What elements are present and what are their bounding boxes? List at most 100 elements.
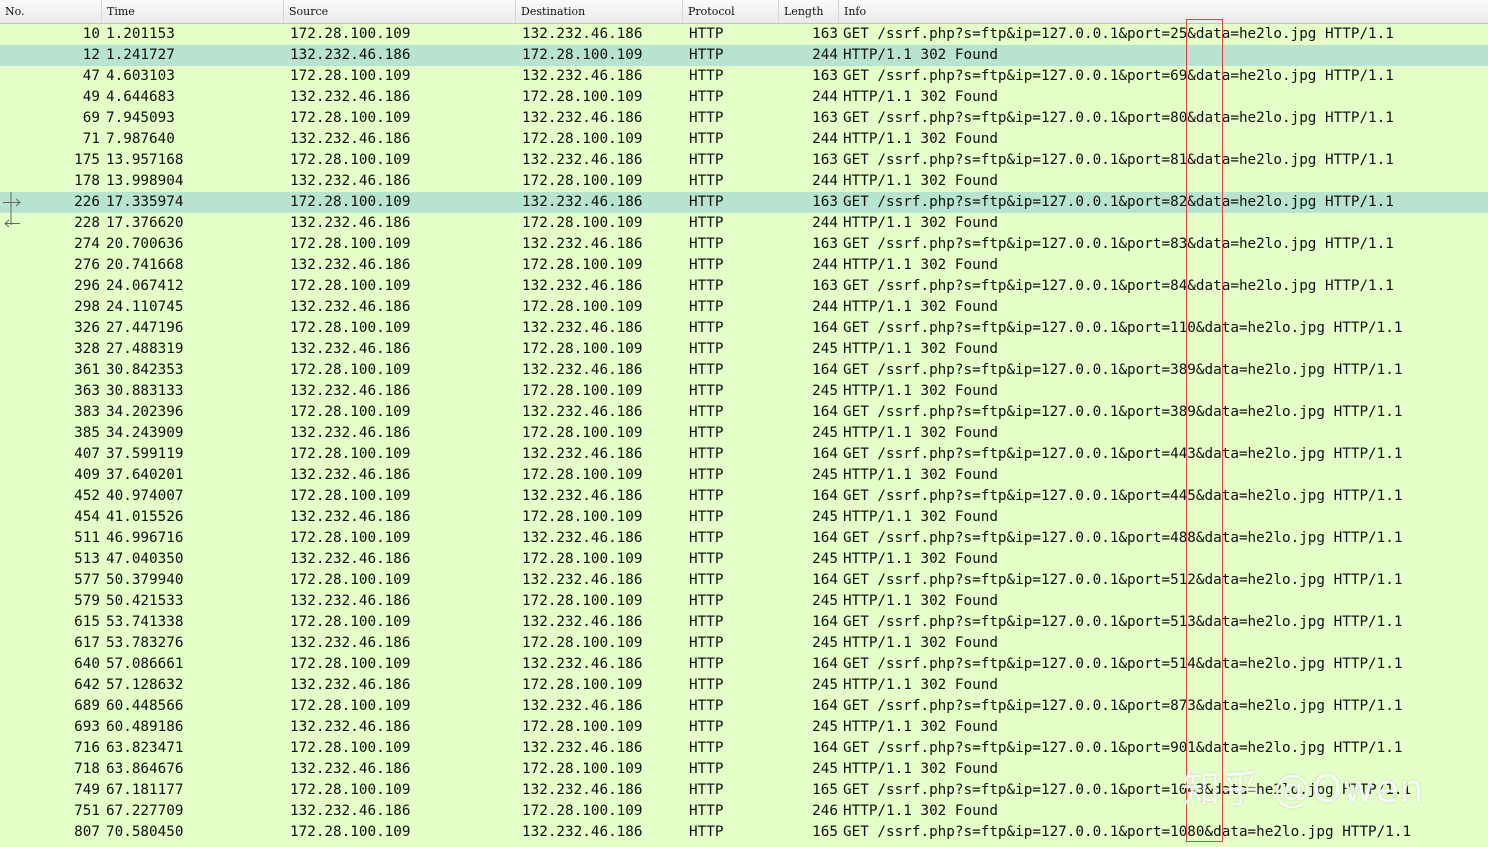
packet-info: GET /ssrf.php?s=ftp&ip=127.0.0.1&port=87… xyxy=(843,698,1403,714)
packet-time: 67.227709 xyxy=(106,803,184,819)
packet-row[interactable]: 361 30.842353 172.28.100.109 132.232.46.186… xyxy=(0,360,1488,381)
packet-row[interactable]: 452 40.974007 172.28.100.109 132.232.46.186… xyxy=(0,486,1488,507)
packet-length: 245 xyxy=(812,341,838,357)
column-header-destination[interactable]: Destination xyxy=(516,0,683,23)
packet-row[interactable]: 640 57.086661 172.28.100.109 132.232.46.186… xyxy=(0,654,1488,675)
packet-time: 27.447196 xyxy=(106,320,184,336)
packet-row[interactable]: 751 67.227709 132.232.46.186 172.28.100.109… xyxy=(0,801,1488,822)
packet-info: HTTP/1.1 302 Found xyxy=(843,593,998,609)
packet-source: 172.28.100.109 xyxy=(290,614,411,630)
packet-number: 617 xyxy=(74,635,100,651)
packet-number: 454 xyxy=(74,509,100,525)
packet-time: 13.957168 xyxy=(106,152,184,168)
packet-row[interactable]: 228 17.376620 132.232.46.186 172.28.100.109… xyxy=(0,213,1488,234)
packet-row[interactable]: 10 1.201153 172.28.100.109 132.232.46.186 HT… xyxy=(0,24,1488,45)
packet-row[interactable]: 511 46.996716 172.28.100.109 132.232.46.186… xyxy=(0,528,1488,549)
packet-time: 41.015526 xyxy=(106,509,184,525)
packet-destination: 172.28.100.109 xyxy=(522,47,643,63)
packet-destination: 172.28.100.109 xyxy=(522,299,643,315)
packet-row[interactable]: 385 34.243909 132.232.46.186 172.28.100.109… xyxy=(0,423,1488,444)
packet-row[interactable]: 47 4.603103 172.28.100.109 132.232.46.186 HT… xyxy=(0,66,1488,87)
packet-row[interactable]: 579 50.421533 132.232.46.186 172.28.100.109… xyxy=(0,591,1488,612)
packet-row[interactable]: 296 24.067412 172.28.100.109 132.232.46.186… xyxy=(0,276,1488,297)
packet-row[interactable]: 716 63.823471 172.28.100.109 132.232.46.186… xyxy=(0,738,1488,759)
packet-row[interactable]: 642 57.128632 132.232.46.186 172.28.100.109… xyxy=(0,675,1488,696)
packet-length: 244 xyxy=(812,89,838,105)
packet-row[interactable]: 407 37.599119 172.28.100.109 132.232.46.186… xyxy=(0,444,1488,465)
packet-time: 53.783276 xyxy=(106,635,184,651)
column-header-length[interactable]: Length xyxy=(779,0,839,23)
packet-number: 511 xyxy=(74,530,100,546)
column-header-source[interactable]: Source xyxy=(284,0,516,23)
packet-row[interactable]: 12 1.241727 132.232.46.186 172.28.100.109 HT… xyxy=(0,45,1488,66)
packet-info: GET /ssrf.php?s=ftp&ip=127.0.0.1&port=48… xyxy=(843,530,1403,546)
packet-protocol: HTTP xyxy=(689,152,724,168)
packet-row[interactable]: 718 63.864676 132.232.46.186 172.28.100.109… xyxy=(0,759,1488,780)
packet-time: 57.128632 xyxy=(106,677,184,693)
packet-destination: 132.232.46.186 xyxy=(522,782,643,798)
packet-row[interactable]: 383 34.202396 172.28.100.109 132.232.46.186… xyxy=(0,402,1488,423)
packet-row[interactable]: 69 7.945093 172.28.100.109 132.232.46.186 HT… xyxy=(0,108,1488,129)
packet-row[interactable]: 749 67.181177 172.28.100.109 132.232.46.186… xyxy=(0,780,1488,801)
packet-row[interactable]: 363 30.883133 132.232.46.186 172.28.100.109… xyxy=(0,381,1488,402)
packet-time: 60.489186 xyxy=(106,719,184,735)
packet-row[interactable]: 617 53.783276 132.232.46.186 172.28.100.109… xyxy=(0,633,1488,654)
packet-row[interactable]: 226 17.335974 172.28.100.109 132.232.46.186… xyxy=(0,192,1488,213)
packet-row[interactable]: 178 13.998904 132.232.46.186 172.28.100.109… xyxy=(0,171,1488,192)
packet-row[interactable]: 689 60.448566 172.28.100.109 132.232.46.186… xyxy=(0,696,1488,717)
packet-row[interactable]: 693 60.489186 132.232.46.186 172.28.100.109… xyxy=(0,717,1488,738)
packet-number: 49 xyxy=(82,89,100,105)
packet-row[interactable]: 276 20.741668 132.232.46.186 172.28.100.109… xyxy=(0,255,1488,276)
column-header-protocol[interactable]: Protocol xyxy=(683,0,779,23)
packet-length: 245 xyxy=(812,467,838,483)
packet-source: 172.28.100.109 xyxy=(290,488,411,504)
packet-row[interactable]: 513 47.040350 132.232.46.186 172.28.100.109… xyxy=(0,549,1488,570)
packet-info: GET /ssrf.php?s=ftp&ip=127.0.0.1&port=38… xyxy=(843,404,1403,420)
packet-list-header: No. Time Source Destination Protocol Len… xyxy=(0,0,1488,24)
column-header-time[interactable]: Time xyxy=(102,0,284,23)
column-header-no[interactable]: No. xyxy=(0,0,102,23)
packet-row[interactable]: 298 24.110745 132.232.46.186 172.28.100.109… xyxy=(0,297,1488,318)
packet-length: 244 xyxy=(812,47,838,63)
packet-protocol: HTTP xyxy=(689,320,724,336)
packet-info: HTTP/1.1 302 Found xyxy=(843,257,998,273)
packet-source: 172.28.100.109 xyxy=(290,320,411,336)
packet-row[interactable]: 326 27.447196 172.28.100.109 132.232.46.186… xyxy=(0,318,1488,339)
packet-row[interactable]: 274 20.700636 172.28.100.109 132.232.46.186… xyxy=(0,234,1488,255)
packet-length: 164 xyxy=(812,320,838,336)
packet-info: HTTP/1.1 302 Found xyxy=(843,509,998,525)
packet-number: 642 xyxy=(74,677,100,693)
packet-info: GET /ssrf.php?s=ftp&ip=127.0.0.1&port=38… xyxy=(843,362,1403,378)
packet-row[interactable]: 49 4.644683 132.232.46.186 172.28.100.109 HT… xyxy=(0,87,1488,108)
packet-destination: 172.28.100.109 xyxy=(522,89,643,105)
packet-number: 749 xyxy=(74,782,100,798)
packet-protocol: HTTP xyxy=(689,593,724,609)
packet-destination: 172.28.100.109 xyxy=(522,215,643,231)
packet-protocol: HTTP xyxy=(689,698,724,714)
packet-row[interactable]: 577 50.379940 172.28.100.109 132.232.46.186… xyxy=(0,570,1488,591)
packet-number: 716 xyxy=(74,740,100,756)
packet-destination: 132.232.46.186 xyxy=(522,656,643,672)
packet-row[interactable]: 615 53.741338 172.28.100.109 132.232.46.186… xyxy=(0,612,1488,633)
packet-row[interactable]: 454 41.015526 132.232.46.186 172.28.100.109… xyxy=(0,507,1488,528)
packet-row[interactable]: 409 37.640201 132.232.46.186 172.28.100.109… xyxy=(0,465,1488,486)
packet-info: GET /ssrf.php?s=ftp&ip=127.0.0.1&port=44… xyxy=(843,488,1403,504)
column-header-info[interactable]: Info xyxy=(839,0,1488,23)
packet-time: 50.421533 xyxy=(106,593,184,609)
packet-row[interactable]: 807 70.580450 172.28.100.109 132.232.46.186… xyxy=(0,822,1488,843)
packet-destination: 132.232.46.186 xyxy=(522,530,643,546)
packet-length: 244 xyxy=(812,173,838,189)
packet-protocol: HTTP xyxy=(689,740,724,756)
packet-time: 20.741668 xyxy=(106,257,184,273)
packet-row[interactable]: 71 7.987640 132.232.46.186 172.28.100.109 HT… xyxy=(0,129,1488,150)
packet-row[interactable]: 328 27.488319 132.232.46.186 172.28.100.109… xyxy=(0,339,1488,360)
packet-source: 172.28.100.109 xyxy=(290,152,411,168)
packet-time: 34.243909 xyxy=(106,425,184,441)
packet-info: GET /ssrf.php?s=ftp&ip=127.0.0.1&port=81… xyxy=(843,152,1394,168)
packet-info: GET /ssrf.php?s=ftp&ip=127.0.0.1&port=90… xyxy=(843,740,1403,756)
packet-time: 1.201153 xyxy=(106,26,175,42)
packet-source: 132.232.46.186 xyxy=(290,173,411,189)
packet-protocol: HTTP xyxy=(689,26,724,42)
packet-length: 165 xyxy=(812,782,838,798)
packet-row[interactable]: 175 13.957168 172.28.100.109 132.232.46.186… xyxy=(0,150,1488,171)
